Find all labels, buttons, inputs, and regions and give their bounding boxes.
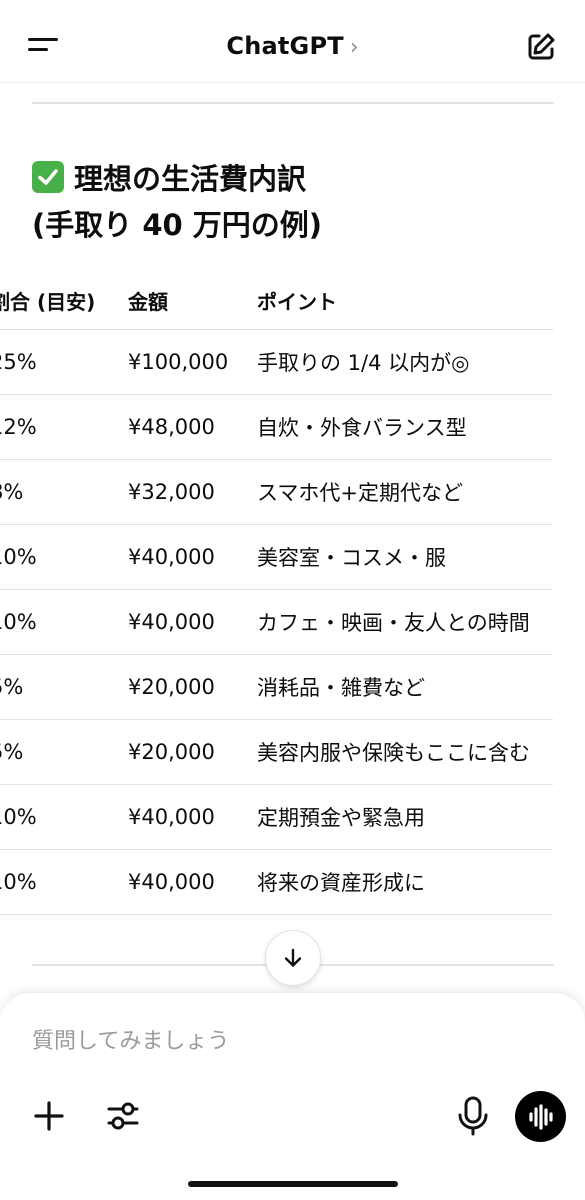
table-row: 12% ¥48,000 自炊・外食バランス型 bbox=[0, 395, 553, 460]
amount-cell: ¥20,000 bbox=[128, 675, 215, 699]
top-bar: ChatGPT › bbox=[0, 0, 585, 83]
column-header-amount: 金額 bbox=[128, 290, 168, 314]
heading-line-2: (手取り 40 万円の例) bbox=[32, 208, 323, 242]
amount-cell: ¥48,000 bbox=[128, 415, 215, 439]
conversation[interactable]: 理想の生活費内訳 (手取り 40 万円の例) 割合 (目安) 金額 ポイント 2… bbox=[0, 82, 585, 1012]
table-row: 5% ¥20,000 美容内服や保険もここに含む bbox=[0, 720, 553, 785]
table-row: 10% ¥40,000 カフェ・映画・友人との時間 bbox=[0, 590, 553, 655]
point-cell: 美容室・コスメ・服 bbox=[257, 546, 446, 570]
point-cell: 定期預金や緊急用 bbox=[257, 806, 425, 830]
tools-button[interactable] bbox=[104, 1097, 142, 1135]
app-title: ChatGPT bbox=[226, 32, 344, 60]
chevron-right-icon: › bbox=[349, 35, 359, 60]
ratio-cell: 25% bbox=[0, 350, 37, 374]
section-heading: 理想の生活費内訳 (手取り 40 万円の例) bbox=[32, 156, 322, 248]
table-row: 10% ¥40,000 将来の資産形成に bbox=[0, 850, 553, 915]
point-cell: カフェ・映画・友人との時間 bbox=[257, 611, 530, 635]
arrow-down-icon bbox=[284, 948, 302, 967]
column-header-ratio: 割合 (目安) bbox=[0, 290, 96, 314]
scroll-to-bottom-button[interactable] bbox=[265, 930, 321, 986]
voice-mode-button[interactable] bbox=[515, 1091, 566, 1142]
divider bbox=[32, 102, 554, 104]
heading-line-1: 理想の生活費内訳 bbox=[74, 162, 307, 196]
ratio-cell: 5% bbox=[0, 675, 24, 699]
dictation-button[interactable] bbox=[454, 1095, 492, 1137]
amount-cell: ¥32,000 bbox=[128, 480, 215, 504]
table-row: 10% ¥40,000 美容室・コスメ・服 bbox=[0, 525, 553, 590]
ratio-cell: 10% bbox=[0, 805, 37, 829]
add-attachment-button[interactable] bbox=[30, 1097, 68, 1135]
point-cell: 将来の資産形成に bbox=[257, 871, 425, 895]
amount-cell: ¥40,000 bbox=[128, 870, 215, 894]
amount-cell: ¥40,000 bbox=[128, 545, 215, 569]
point-cell: 消耗品・雑費など bbox=[257, 676, 425, 700]
model-selector[interactable]: ChatGPT › bbox=[0, 32, 585, 60]
ratio-cell: 10% bbox=[0, 610, 37, 634]
point-cell: 自炊・外食バランス型 bbox=[257, 416, 467, 440]
ratio-cell: 8% bbox=[0, 480, 24, 504]
point-cell: スマホ代+定期代など bbox=[257, 481, 463, 505]
ratio-cell: 12% bbox=[0, 415, 37, 439]
amount-cell: ¥100,000 bbox=[128, 350, 229, 374]
table-row: 25% ¥100,000 手取りの 1/4 以内が◎ bbox=[0, 330, 553, 395]
table-row: 5% ¥20,000 消耗品・雑費など bbox=[0, 655, 553, 720]
voice-waveform-icon bbox=[528, 1103, 553, 1130]
column-header-point: ポイント bbox=[257, 290, 337, 314]
ratio-cell: 5% bbox=[0, 740, 24, 764]
check-mark-button-icon bbox=[32, 161, 64, 193]
prompt-input[interactable] bbox=[32, 1021, 532, 1061]
composer bbox=[0, 992, 585, 1200]
point-cell: 美容内服や保険もここに含む bbox=[257, 741, 530, 765]
home-indicator bbox=[188, 1181, 398, 1187]
microphone-icon bbox=[458, 1096, 488, 1136]
chat-screen: ChatGPT › 理想の生活費内訳 (手取り 40 万円の例) 割合 (目安) … bbox=[0, 0, 585, 1200]
amount-cell: ¥20,000 bbox=[128, 740, 215, 764]
table-header-row: 割合 (目安) 金額 ポイント bbox=[0, 272, 553, 330]
ratio-cell: 10% bbox=[0, 870, 37, 894]
amount-cell: ¥40,000 bbox=[128, 805, 215, 829]
plus-icon bbox=[34, 1101, 64, 1131]
sliders-icon bbox=[107, 1102, 139, 1130]
ratio-cell: 10% bbox=[0, 545, 37, 569]
amount-cell: ¥40,000 bbox=[128, 610, 215, 634]
table-row: 8% ¥32,000 スマホ代+定期代など bbox=[0, 460, 553, 525]
table-row: 10% ¥40,000 定期預金や緊急用 bbox=[0, 785, 553, 850]
new-chat-button[interactable] bbox=[524, 30, 558, 64]
budget-table: 割合 (目安) 金額 ポイント 25% ¥100,000 手取りの 1/4 以内… bbox=[0, 272, 553, 915]
point-cell: 手取りの 1/4 以内が◎ bbox=[257, 351, 470, 375]
compose-icon bbox=[528, 33, 555, 60]
